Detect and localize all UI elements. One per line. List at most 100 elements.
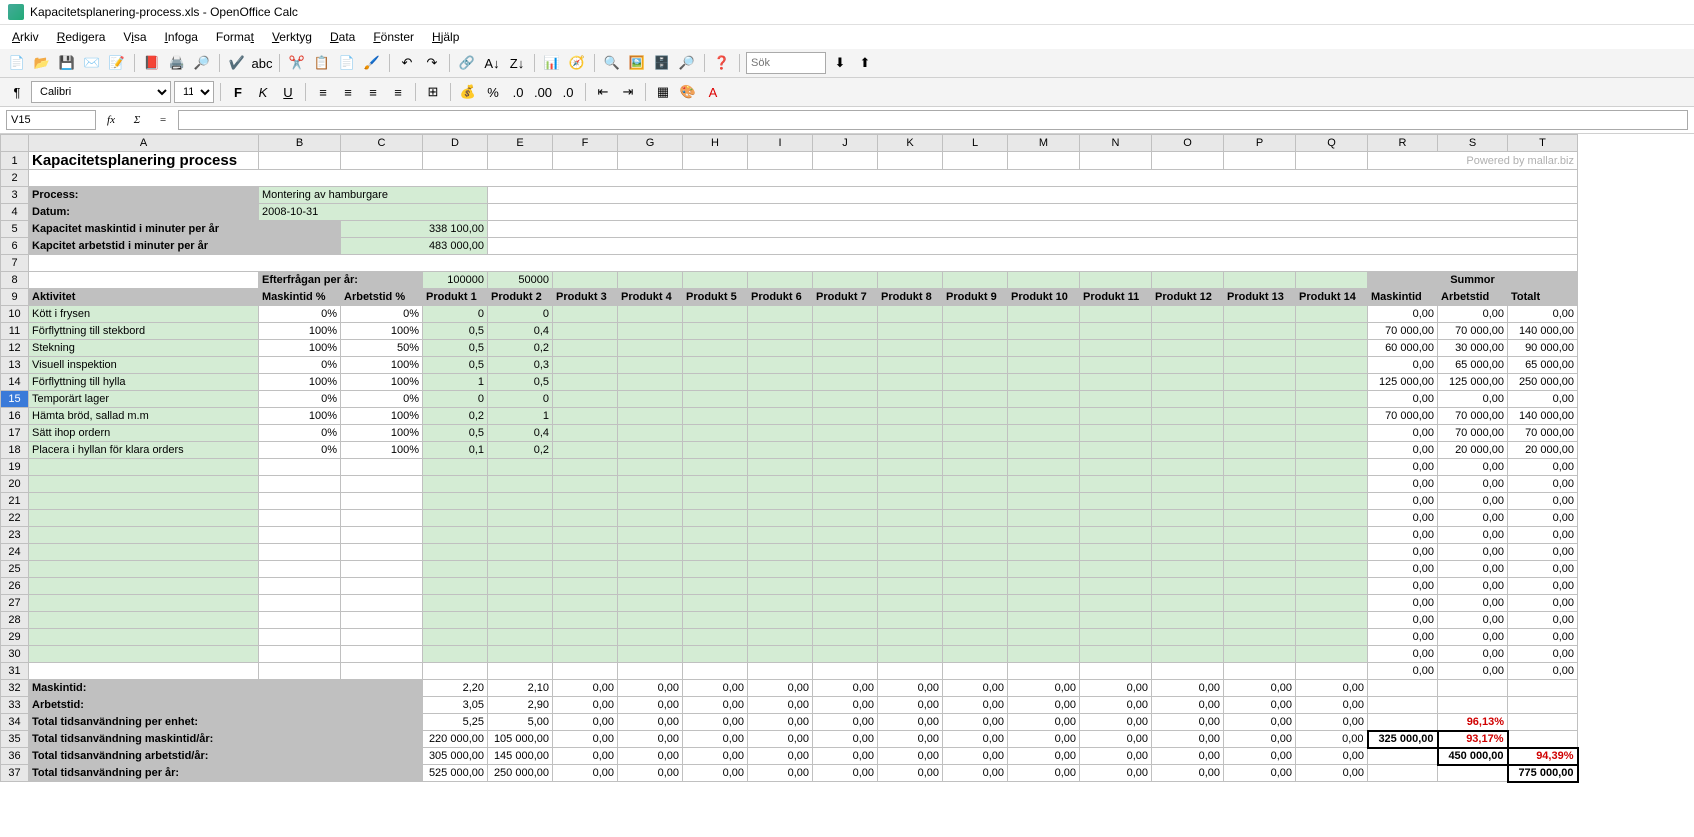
table-row[interactable]: 12Stekning100%50%0,50,260 000,0030 000,0… [1, 340, 1578, 357]
help-icon[interactable]: ❓ [711, 52, 733, 74]
page-title: Kapacitetsplanering process [29, 152, 259, 170]
table-row[interactable]: 300,000,000,00 [1, 646, 1578, 663]
sum-icon[interactable]: Σ [126, 110, 148, 130]
menu-hjalp[interactable]: Hjälp [424, 27, 467, 47]
align-center-icon[interactable]: ≡ [337, 81, 359, 103]
chart-icon[interactable]: 📊 [541, 52, 563, 74]
menu-redigera[interactable]: Redigera [49, 27, 114, 47]
table-row[interactable]: 11Förflyttning till stekbord100%100%0,50… [1, 323, 1578, 340]
search-input[interactable] [746, 52, 826, 74]
save-icon[interactable]: 💾 [56, 52, 78, 74]
table-row[interactable]: 200,000,000,00 [1, 476, 1578, 493]
menu-format[interactable]: Format [208, 27, 262, 47]
styles-icon[interactable]: ¶ [6, 81, 28, 103]
menu-arkiv[interactable]: Arkiv [4, 27, 47, 47]
fx-icon[interactable]: fx [100, 110, 122, 130]
bgcolor-icon[interactable]: 🎨 [677, 81, 699, 103]
merge-cells-icon[interactable]: ⊞ [422, 81, 444, 103]
gallery-icon[interactable]: 🖼️ [626, 52, 648, 74]
align-justify-icon[interactable]: ≡ [387, 81, 409, 103]
export-pdf-icon[interactable]: 📕 [141, 52, 163, 74]
search-up-icon[interactable]: ⬆ [854, 52, 876, 74]
table-row[interactable]: 210,000,000,00 [1, 493, 1578, 510]
underline-icon[interactable]: U [277, 81, 299, 103]
menu-verktyg[interactable]: Verktyg [264, 27, 320, 47]
table-row[interactable]: 18Placera i hyllan för klara orders0%100… [1, 442, 1578, 459]
spreadsheet-grid[interactable]: ABCDEFGHIJKLMNOPQRST 1Kapacitetsplanerin… [0, 134, 1694, 821]
paste-icon[interactable]: 📄 [336, 52, 358, 74]
summary-row[interactable]: 33Arbetstid:3,052,900,000,000,000,000,00… [1, 697, 1578, 714]
fontcolor-icon[interactable]: A [702, 81, 724, 103]
edit-icon[interactable]: 📝 [106, 52, 128, 74]
font-name-select[interactable]: Calibri [31, 81, 171, 103]
align-left-icon[interactable]: ≡ [312, 81, 334, 103]
table-row[interactable]: 230,000,000,00 [1, 527, 1578, 544]
standard-toolbar: 📄 📂 💾 ✉️ 📝 📕 🖨️ 🔎 ✔️ abc ✂️ 📋 📄 🖌️ ↶ ↷ 🔗… [0, 49, 1694, 78]
table-row[interactable]: 260,000,000,00 [1, 578, 1578, 595]
cell-reference-input[interactable] [6, 110, 96, 130]
table-row[interactable]: 290,000,000,00 [1, 629, 1578, 646]
italic-icon[interactable]: K [252, 81, 274, 103]
preview-icon[interactable]: 🔎 [191, 52, 213, 74]
table-row[interactable]: 190,000,000,00 [1, 459, 1578, 476]
align-right-icon[interactable]: ≡ [362, 81, 384, 103]
zoom-icon[interactable]: 🔎 [676, 52, 698, 74]
table-row[interactable]: 250,000,000,00 [1, 561, 1578, 578]
window-title: Kapacitetsplanering-process.xls - OpenOf… [30, 5, 298, 19]
table-row[interactable]: 17Sätt ihop ordern0%100%0,50,40,0070 000… [1, 425, 1578, 442]
borders-icon[interactable]: ▦ [652, 81, 674, 103]
table-row[interactable]: 10Kött i frysen0%0%000,000,000,00 [1, 306, 1578, 323]
number-icon[interactable]: .0 [507, 81, 529, 103]
formula-input[interactable] [178, 110, 1688, 130]
spellcheck-icon[interactable]: ✔️ [226, 52, 248, 74]
summary-row[interactable]: 36Total tidsanvändning arbetstid/år:305 … [1, 748, 1578, 765]
cut-icon[interactable]: ✂️ [286, 52, 308, 74]
undo-icon[interactable]: ↶ [396, 52, 418, 74]
datasources-icon[interactable]: 🗄️ [651, 52, 673, 74]
table-row[interactable]: 14Förflyttning till hylla100%100%10,5125… [1, 374, 1578, 391]
table-row[interactable]: 240,000,000,00 [1, 544, 1578, 561]
autospell-icon[interactable]: abc [251, 52, 273, 74]
table-row[interactable]: 15Temporärt lager0%0%000,000,000,00 [1, 391, 1578, 408]
find-icon[interactable]: 🔍 [601, 52, 623, 74]
menu-fonster[interactable]: Fönster [365, 27, 422, 47]
summary-row[interactable]: 32Maskintid:2,202,100,000,000,000,000,00… [1, 680, 1578, 697]
table-row[interactable]: 310,000,000,00 [1, 663, 1578, 680]
summary-row[interactable]: 34Total tidsanvändning per enhet:5,255,0… [1, 714, 1578, 731]
search-down-icon[interactable]: ⬇ [829, 52, 851, 74]
menu-visa[interactable]: Visa [115, 27, 154, 47]
table-row[interactable]: 270,000,000,00 [1, 595, 1578, 612]
table-row[interactable]: 280,000,000,00 [1, 612, 1578, 629]
sort-desc-icon[interactable]: Z↓ [506, 52, 528, 74]
table-row[interactable]: 16Hämta bröd, sallad m.m100%100%0,2170 0… [1, 408, 1578, 425]
bold-icon[interactable]: F [227, 81, 249, 103]
font-size-select[interactable]: 11 [174, 81, 214, 103]
format-toolbar: ¶ Calibri 11 F K U ≡ ≡ ≡ ≡ ⊞ 💰 % .0 .00 … [0, 78, 1694, 107]
open-icon[interactable]: 📂 [31, 52, 53, 74]
hyperlink-icon[interactable]: 🔗 [456, 52, 478, 74]
mail-icon[interactable]: ✉️ [81, 52, 103, 74]
add-decimal-icon[interactable]: .00 [532, 81, 554, 103]
currency-icon[interactable]: 💰 [457, 81, 479, 103]
print-icon[interactable]: 🖨️ [166, 52, 188, 74]
navigator-icon[interactable]: 🧭 [566, 52, 588, 74]
menu-data[interactable]: Data [322, 27, 363, 47]
sort-asc-icon[interactable]: A↓ [481, 52, 503, 74]
format-paint-icon[interactable]: 🖌️ [361, 52, 383, 74]
percent-icon[interactable]: % [482, 81, 504, 103]
decrease-indent-icon[interactable]: ⇤ [592, 81, 614, 103]
app-icon [8, 4, 24, 20]
summary-row[interactable]: 37Total tidsanvändning per år:525 000,00… [1, 765, 1578, 782]
menu-infoga[interactable]: Infoga [157, 27, 206, 47]
title-bar: Kapacitetsplanering-process.xls - OpenOf… [0, 0, 1694, 25]
summary-row[interactable]: 35Total tidsanvändning maskintid/år:220 … [1, 731, 1578, 748]
new-icon[interactable]: 📄 [6, 52, 28, 74]
redo-icon[interactable]: ↷ [421, 52, 443, 74]
equals-icon[interactable]: = [152, 110, 174, 130]
increase-indent-icon[interactable]: ⇥ [617, 81, 639, 103]
column-headers[interactable]: ABCDEFGHIJKLMNOPQRST [1, 135, 1578, 152]
table-row[interactable]: 220,000,000,00 [1, 510, 1578, 527]
copy-icon[interactable]: 📋 [311, 52, 333, 74]
remove-decimal-icon[interactable]: .0 [557, 81, 579, 103]
table-row[interactable]: 13Visuell inspektion0%100%0,50,30,0065 0… [1, 357, 1578, 374]
